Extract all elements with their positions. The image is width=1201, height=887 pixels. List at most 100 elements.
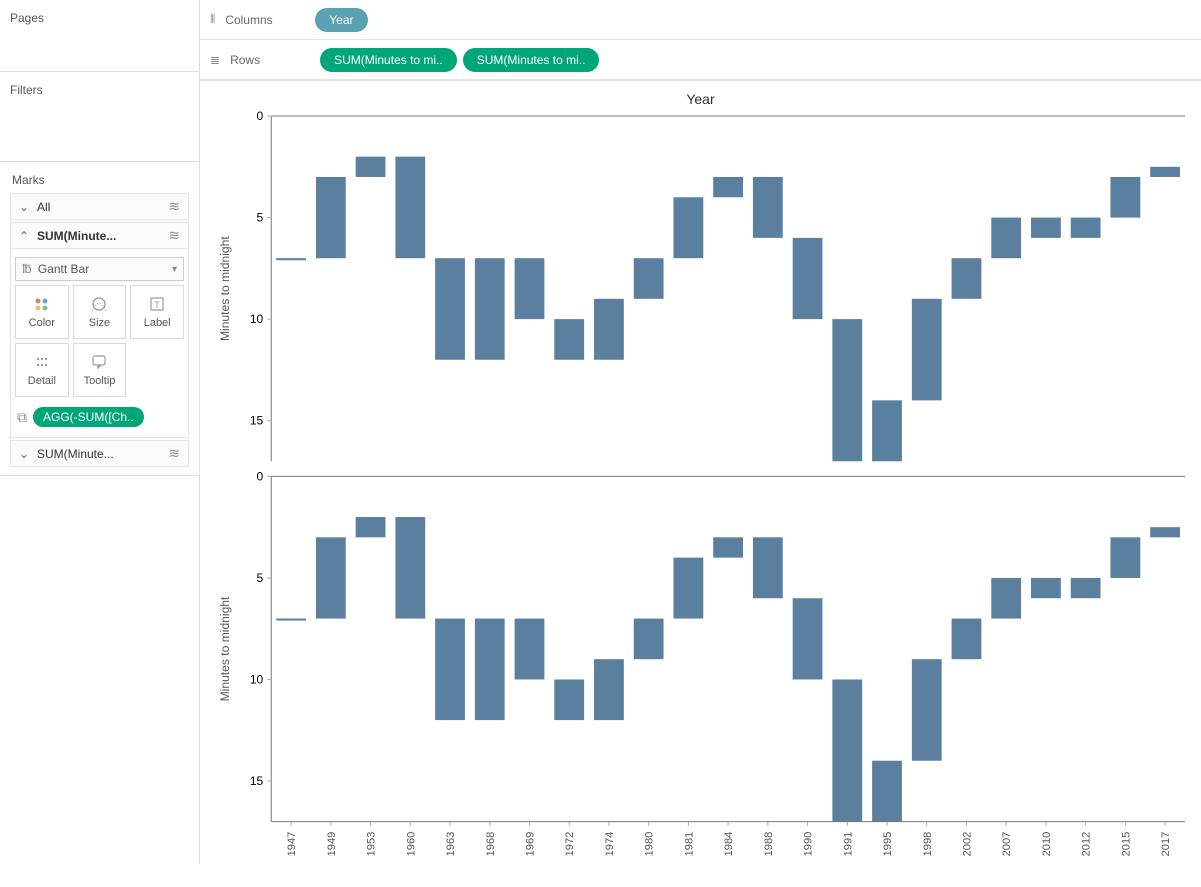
gantt-mark[interactable] [1150,527,1180,537]
gantt-mark[interactable] [554,319,584,360]
x-tick-label: 1947 [286,832,298,857]
x-tick-label: 2010 [1041,832,1053,857]
gantt-mark[interactable] [1071,578,1101,598]
gantt-mark[interactable] [554,679,584,720]
side-panel: Pages Filters Marks ⌄ All ≋ ⌃ SUM(Minute… [0,0,200,864]
y-axis-label: Minutes to midnight [218,236,232,341]
rows-shelf[interactable]: ≣ Rows SUM(Minutes to mi..SUM(Minutes to… [200,40,1201,80]
agg-pill[interactable]: AGG(-SUM([Ch.. [33,407,144,427]
gantt-mark[interactable] [1071,218,1101,238]
marks-tooltip-button[interactable]: Tooltip [73,343,127,397]
gantt-mark[interactable] [356,157,386,177]
svg-text:10: 10 [250,312,264,326]
svg-text:0: 0 [257,111,264,123]
gantt-chart[interactable]: 051015Minutes to midnight051015Minutes t… [206,111,1195,877]
gantt-mark[interactable] [793,238,823,319]
x-tick-label: 1980 [644,832,656,857]
gantt-mark[interactable] [634,619,664,660]
gantt-mark[interactable] [753,177,783,238]
x-tick-label: 1998 [922,832,934,857]
marks-color-button[interactable]: Color [15,285,69,339]
stack-icon: ≋ [168,198,180,215]
gantt-mark[interactable] [673,197,703,258]
gantt-mark[interactable] [435,619,465,721]
gantt-mark[interactable] [872,400,902,461]
marks-label-button[interactable]: T Label [130,285,184,339]
gantt-mark[interactable] [435,258,465,360]
marks-all-row[interactable]: ⌄ All ≋ [10,193,189,220]
gantt-mark[interactable] [991,218,1021,259]
label: Color [29,317,55,329]
gantt-mark[interactable] [515,619,545,680]
marks-section-row[interactable]: ⌃ SUM(Minute... ≋ [10,222,189,248]
gantt-mark[interactable] [475,258,505,360]
gantt-mark[interactable] [832,679,862,821]
gantt-mark[interactable] [276,258,306,260]
gantt-mark[interactable] [832,319,862,461]
gantt-mark[interactable] [713,177,743,197]
x-tick-label: 1981 [683,832,695,857]
marks-collapsed-row[interactable]: ⌄ SUM(Minute... ≋ [10,440,189,467]
gantt-mark[interactable] [316,177,346,258]
column-pill[interactable]: Year [315,8,367,32]
x-tick-label: 1953 [366,832,378,857]
gantt-mark[interactable] [1110,537,1140,578]
svg-text:0: 0 [257,469,264,483]
gantt-mark[interactable] [594,299,624,360]
gantt-icon: ℔ [22,262,32,276]
marks-title: Marks [10,167,189,193]
gantt-mark[interactable] [475,619,505,721]
gantt-mark[interactable] [872,761,902,822]
gantt-mark[interactable] [753,537,783,598]
gantt-mark[interactable] [713,537,743,557]
size-shelf-icon: ⧉ [17,409,27,426]
marks-collapsed-label: SUM(Minute... [37,447,114,461]
label: Detail [28,375,56,387]
visualization: Year 051015Minutes to midnight051015Minu… [200,81,1201,887]
x-tick-label: 1991 [842,832,854,857]
svg-text:5: 5 [257,211,264,225]
shelves: ⦀ Columns Year ≣ Rows SUM(Minutes to mi.… [200,0,1201,81]
columns-shelf[interactable]: ⦀ Columns Year [200,0,1201,40]
x-tick-label: 2015 [1120,832,1132,857]
gantt-mark[interactable] [515,258,545,319]
gantt-mark[interactable] [952,619,982,660]
tooltip-icon [90,353,108,371]
gantt-mark[interactable] [1031,578,1061,598]
gantt-mark[interactable] [395,517,425,619]
gantt-mark[interactable] [673,558,703,619]
x-tick-label: 1984 [723,832,735,857]
row-pill[interactable]: SUM(Minutes to mi.. [463,48,600,72]
gantt-mark[interactable] [793,598,823,679]
x-tick-label: 1995 [882,832,894,857]
label: Size [89,317,110,329]
row-pill[interactable]: SUM(Minutes to mi.. [320,48,457,72]
label-icon: T [148,295,166,313]
gantt-mark[interactable] [1031,218,1061,238]
gantt-mark[interactable] [912,659,942,761]
gantt-mark[interactable] [634,258,664,299]
dropdown-caret-icon: ▾ [172,264,177,275]
gantt-mark[interactable] [952,258,982,299]
gantt-mark[interactable] [594,659,624,720]
gantt-mark[interactable] [991,578,1021,619]
mark-type-select[interactable]: ℔ Gantt Bar ▾ [15,257,184,281]
rows-icon: ≣ [210,53,220,67]
gantt-mark[interactable] [1150,167,1180,177]
size-detail-row[interactable]: ⧉ AGG(-SUM([Ch.. [15,401,184,433]
gantt-mark[interactable] [912,299,942,401]
gantt-mark[interactable] [1110,177,1140,218]
gantt-mark[interactable] [356,517,386,537]
detail-icon [33,353,51,371]
x-tick-label: 1990 [803,832,815,857]
svg-text:T: T [154,300,160,310]
pages-title: Pages [10,5,189,31]
chevron-up-icon: ⌃ [19,229,29,243]
gantt-mark[interactable] [316,537,346,618]
marks-size-button[interactable]: Size [73,285,127,339]
marks-detail-button[interactable]: Detail [15,343,69,397]
y-axis-label: Minutes to midnight [218,596,232,701]
gantt-mark[interactable] [276,619,306,621]
gantt-mark[interactable] [395,157,425,259]
x-tick-label: 1968 [485,832,497,857]
